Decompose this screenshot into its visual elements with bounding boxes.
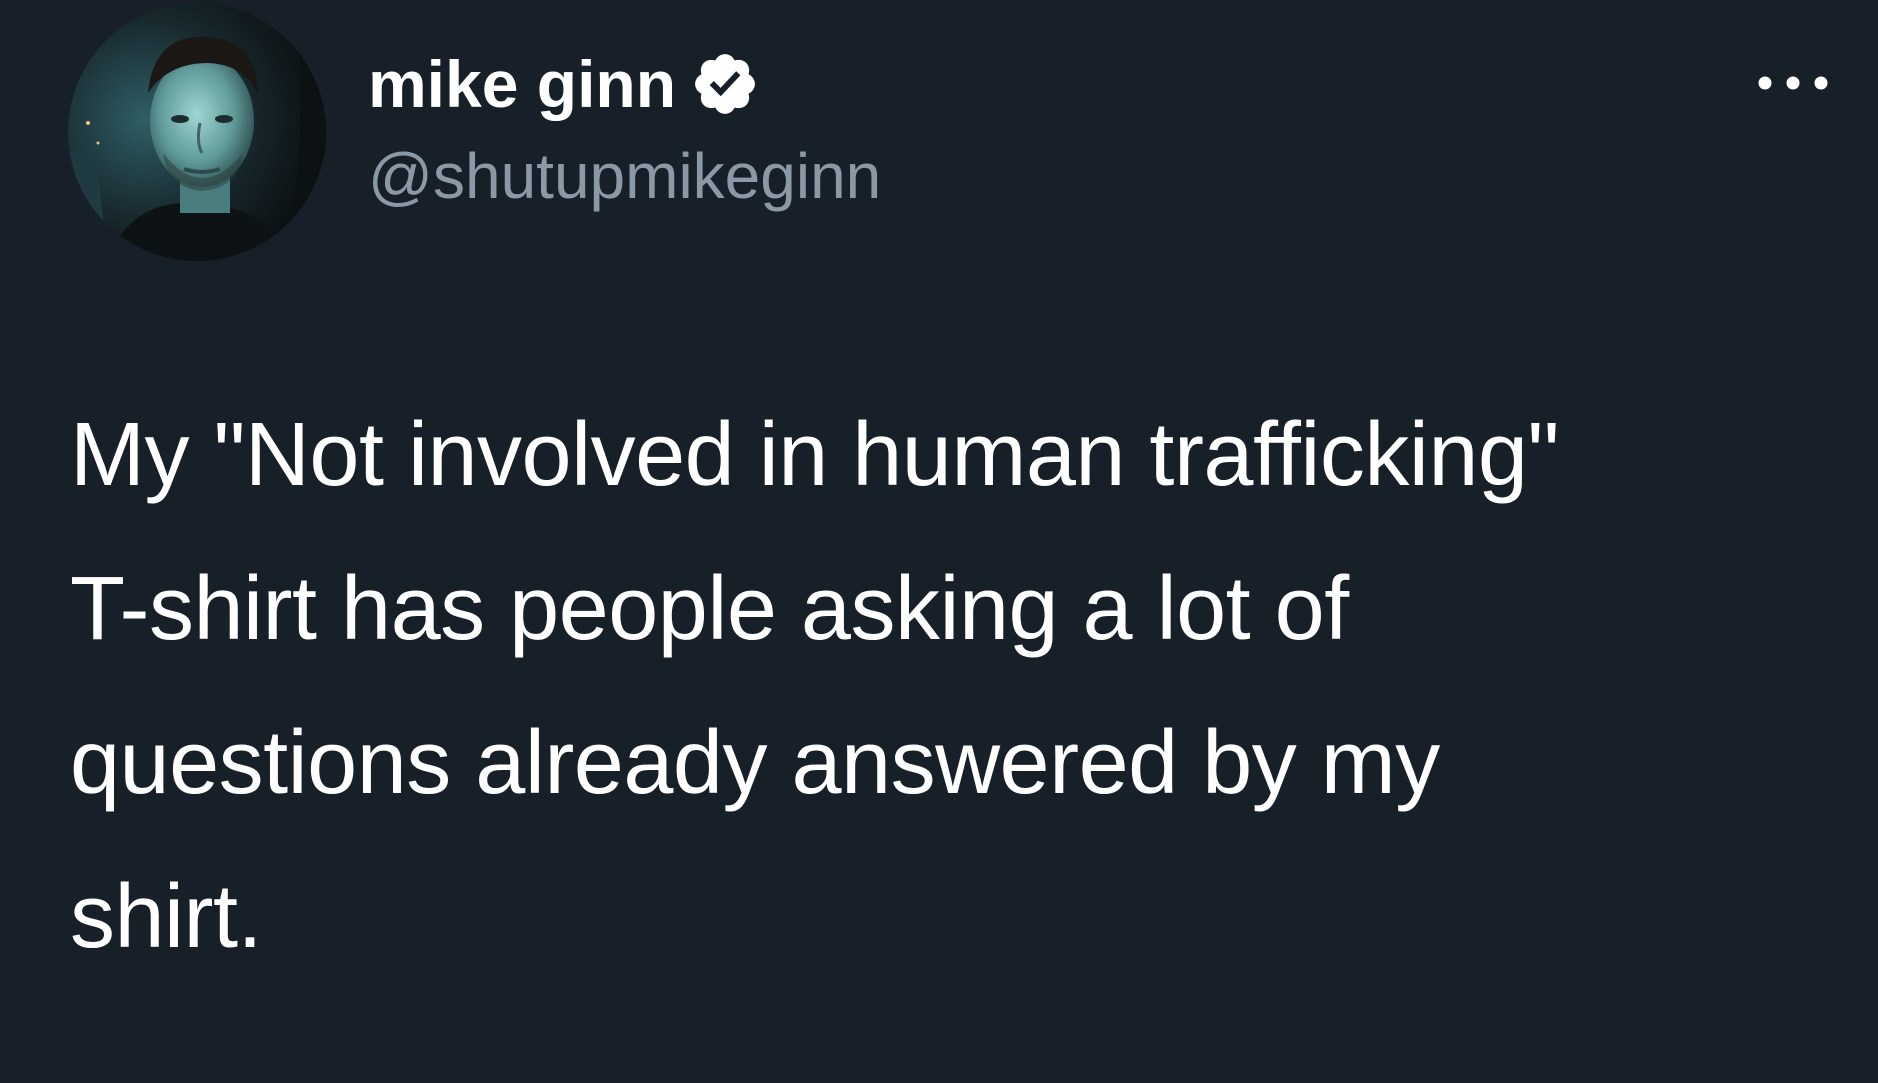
tweet-text-line: T-shirt has people asking a lot of [70, 559, 1349, 659]
tweet-text-line: questions already answered by my [70, 713, 1440, 813]
tweet-text-line: My "Not involved in human trafficking" [70, 405, 1559, 505]
display-name[interactable]: mike ginn [368, 44, 676, 124]
avatar[interactable] [68, 3, 326, 261]
more-options-button[interactable] [1748, 58, 1838, 108]
tweet-text: My "Not involved in human trafficking" T… [70, 378, 1840, 994]
author-handle[interactable]: @shutupmikeginn [368, 136, 881, 216]
tweet-card: mike ginn @shutupmikeginn My "Not involv… [0, 0, 1878, 1083]
more-options-icon [1758, 76, 1828, 90]
verified-badge-icon [695, 54, 755, 114]
tweet-text-line: shirt. [70, 867, 263, 967]
avatar-photo [68, 3, 326, 261]
author-name-row: mike ginn [368, 44, 760, 124]
